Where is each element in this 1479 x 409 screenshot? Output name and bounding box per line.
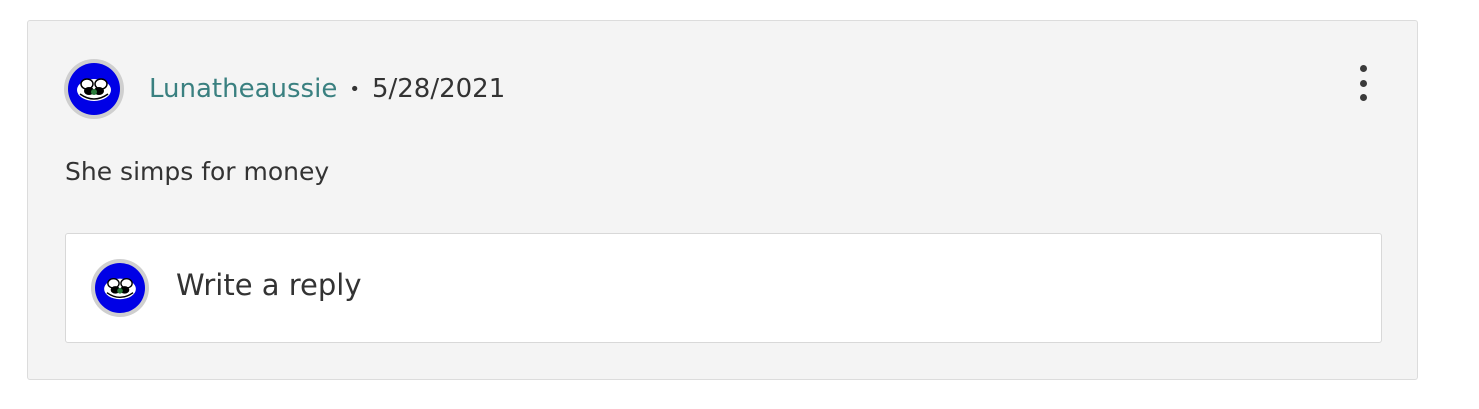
comment-text: She simps for money [65,157,330,186]
reply-avatar [91,259,149,317]
user-avatar-icon [68,63,120,115]
more-vertical-icon[interactable] [1349,65,1377,101]
comment-date: 5/28/2021 [371,74,506,104]
comment-meta: Lunatheaussie • 5/28/2021 [149,71,505,107]
reply-input[interactable]: Write a reply [65,233,1382,343]
menu-dot [1359,65,1367,72]
reply-placeholder: Write a reply [176,268,362,302]
menu-dot [1359,79,1367,87]
comment-avatar[interactable] [64,59,124,119]
menu-dot [1359,94,1367,101]
comment-card: Lunatheaussie • 5/28/2021 She simps for … [27,20,1418,380]
comment-username[interactable]: Lunatheaussie [149,74,337,104]
user-avatar-icon [95,263,145,313]
meta-separator: • [349,78,360,100]
